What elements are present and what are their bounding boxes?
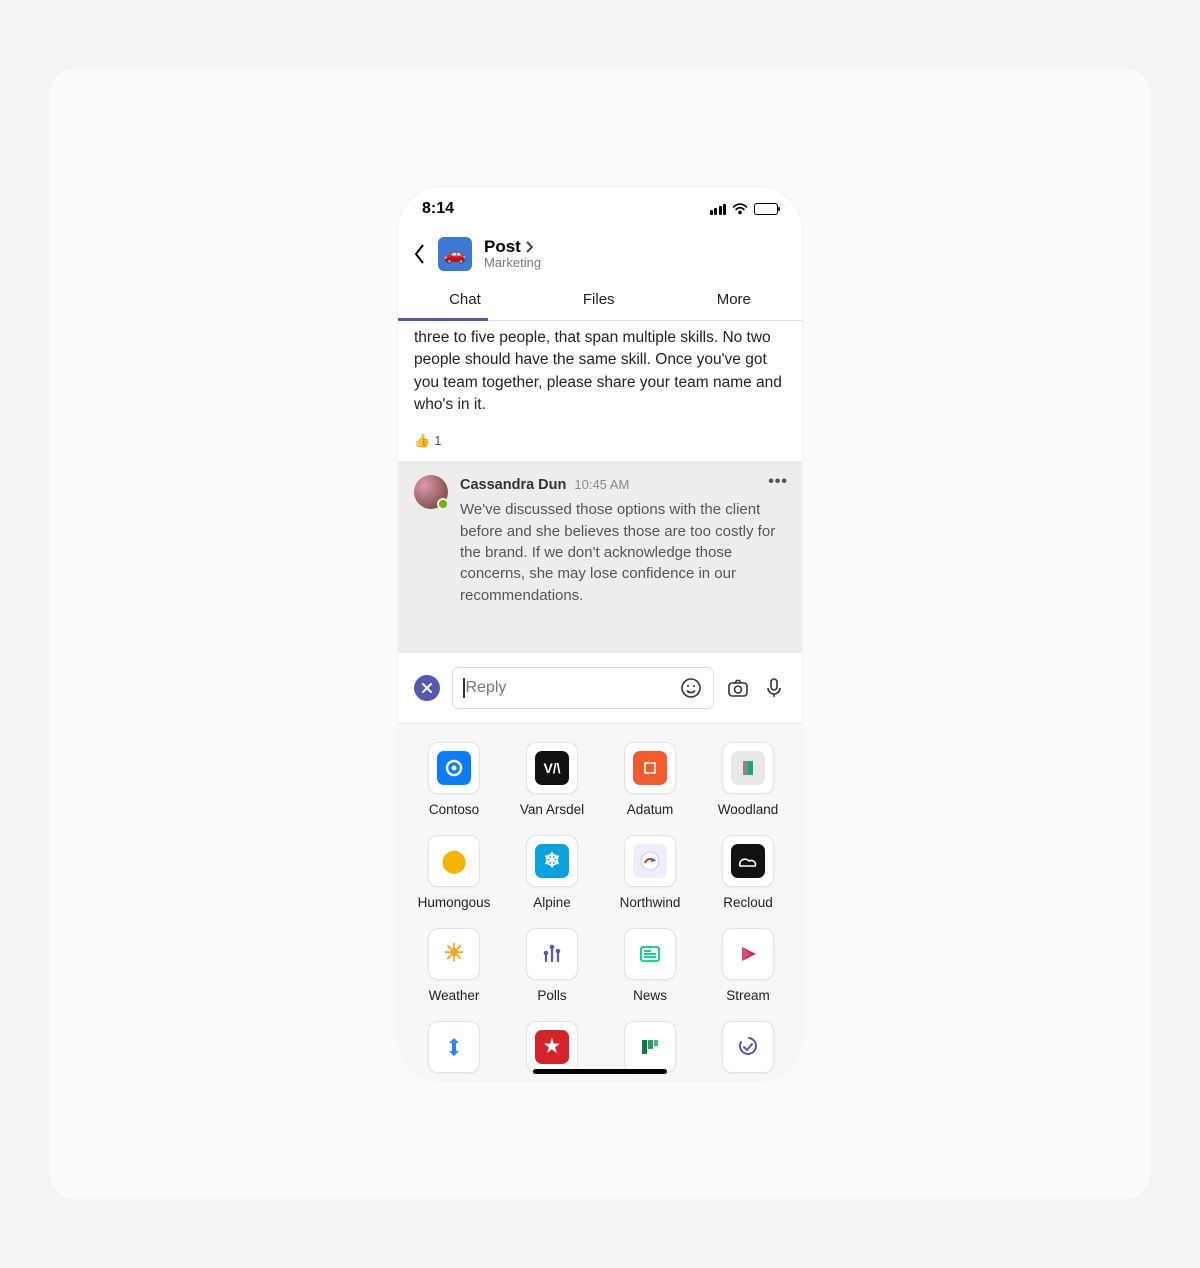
todo-icon: [731, 1030, 765, 1064]
message-text: We've discussed those options with the c…: [460, 499, 786, 605]
app-recloud[interactable]: Recloud: [702, 835, 794, 910]
humongous-icon: ⬤: [437, 844, 471, 878]
app-weather[interactable]: ☀Weather: [408, 928, 500, 1003]
northwind-icon: [633, 844, 667, 878]
chevron-right-icon: [525, 241, 533, 253]
planner-icon: [633, 1030, 667, 1064]
status-indicators: [710, 203, 779, 215]
apps-drawer[interactable]: Contoso V/\Van Arsdel Adatum Woodland ⬤H…: [398, 723, 802, 1081]
app-northwind[interactable]: Northwind: [604, 835, 696, 910]
message-author: Cassandra Dun: [460, 475, 566, 496]
phone-frame: 8:14 🚗 Post Marketing Chat Files More th…: [398, 187, 802, 1081]
cellular-signal-icon: [710, 204, 727, 215]
channel-header: 🚗 Post Marketing: [398, 231, 802, 281]
woodland-icon: [731, 751, 765, 785]
reply-placeholder: Reply: [466, 679, 507, 697]
avatar[interactable]: [414, 475, 448, 509]
reaction-chip[interactable]: 👍 1: [398, 429, 802, 461]
channel-avatar-icon[interactable]: 🚗: [438, 237, 472, 271]
status-time: 8:14: [422, 200, 454, 218]
jira-icon: [437, 1030, 471, 1064]
status-bar: 8:14: [398, 187, 802, 231]
tab-files[interactable]: Files: [583, 281, 615, 320]
news-icon: [633, 937, 667, 971]
app-van-arsdel[interactable]: V/\Van Arsdel: [506, 742, 598, 817]
battery-icon: [754, 203, 778, 215]
reaction-count: 1: [434, 433, 441, 448]
polls-icon: [535, 937, 569, 971]
reply-input[interactable]: Reply: [452, 667, 714, 709]
app-todo[interactable]: [702, 1021, 794, 1081]
text-cursor: [463, 678, 465, 698]
compose-bar: Reply: [398, 652, 802, 723]
wifi-icon: [732, 203, 748, 215]
app-alpine[interactable]: ❄Alpine: [506, 835, 598, 910]
chat-scroll-area[interactable]: three to five people, that span multiple…: [398, 321, 802, 652]
van-arsdel-icon: V/\: [535, 751, 569, 785]
presence-available-icon: [437, 498, 449, 510]
close-drawer-button[interactable]: [414, 675, 440, 701]
app-news[interactable]: News: [604, 928, 696, 1003]
tab-chat[interactable]: Chat: [449, 281, 481, 320]
channel-subtitle: Marketing: [484, 256, 541, 270]
recloud-icon: [731, 844, 765, 878]
message-reply: Cassandra Dun 10:45 AM We've discussed t…: [398, 461, 802, 652]
emoji-icon[interactable]: [679, 676, 703, 700]
active-tab-indicator: [398, 318, 488, 321]
app-humongous[interactable]: ⬤Humongous: [408, 835, 500, 910]
channel-title: Post: [484, 238, 521, 257]
close-icon: [421, 682, 433, 694]
channel-title-block[interactable]: Post Marketing: [484, 238, 541, 271]
back-button[interactable]: [412, 242, 426, 266]
adatum-icon: [633, 751, 667, 785]
tabs-bar: Chat Files More: [398, 281, 802, 321]
app-woodland[interactable]: Woodland: [702, 742, 794, 817]
contoso-icon: [437, 751, 471, 785]
home-indicator[interactable]: [533, 1069, 667, 1074]
apps-grid: Contoso V/\Van Arsdel Adatum Woodland ⬤H…: [408, 742, 792, 1081]
stream-icon: [731, 937, 765, 971]
message-more-button[interactable]: •••: [768, 473, 788, 491]
weather-icon: ☀: [437, 937, 471, 971]
message-previous: three to five people, that span multiple…: [398, 321, 802, 429]
message-timestamp: 10:45 AM: [574, 476, 629, 494]
microphone-icon[interactable]: [762, 676, 786, 700]
tab-more[interactable]: More: [717, 281, 751, 320]
app-polls[interactable]: Polls: [506, 928, 598, 1003]
app-adatum[interactable]: Adatum: [604, 742, 696, 817]
alpine-icon: ❄: [535, 844, 569, 878]
app-stream[interactable]: Stream: [702, 928, 794, 1003]
app-jira[interactable]: [408, 1021, 500, 1081]
thumbs-up-icon: 👍: [414, 433, 430, 449]
wunderlist-icon: ★: [535, 1030, 569, 1064]
outer-canvas: 8:14 🚗 Post Marketing Chat Files More th…: [50, 69, 1150, 1199]
camera-icon[interactable]: [726, 676, 750, 700]
app-contoso[interactable]: Contoso: [408, 742, 500, 817]
